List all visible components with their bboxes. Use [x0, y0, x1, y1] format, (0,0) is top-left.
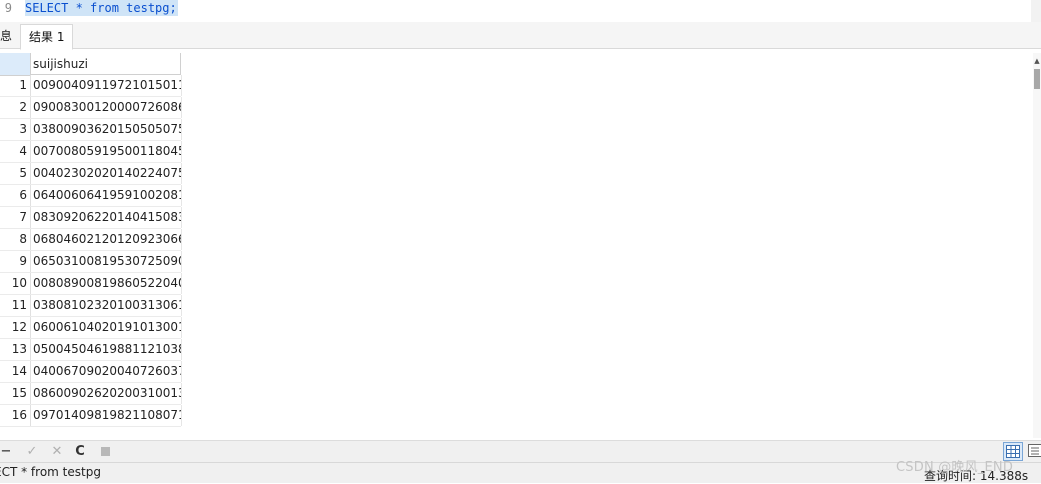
- row-number[interactable]: 4: [0, 141, 31, 162]
- table-row[interactable]: 708309206220140415083119: [0, 207, 181, 229]
- row-number[interactable]: 15: [0, 383, 31, 404]
- table-row[interactable]: 1305004504619881121038125: [0, 339, 181, 361]
- table-row[interactable]: 500402302020140224075047: [0, 163, 181, 185]
- stop-icon: [101, 447, 110, 456]
- editor-scrollbar[interactable]: [1031, 0, 1041, 22]
- table-cell[interactable]: 06804602120120923066044: [31, 229, 182, 250]
- table-cell[interactable]: 09008300120000726086145: [31, 97, 182, 118]
- table-cell[interactable]: 00402302020140224075047: [31, 163, 182, 184]
- row-number[interactable]: 16: [0, 405, 31, 426]
- status-sql-text: ECT * from testpg: [0, 465, 101, 479]
- table-row[interactable]: 606400606419591002081021: [0, 185, 181, 207]
- table-cell[interactable]: 08309206220140415083119: [31, 207, 182, 228]
- refresh-button[interactable]: C: [72, 443, 88, 461]
- table-row[interactable]: 1508600902620200310013042: [0, 383, 181, 405]
- row-number[interactable]: 1: [0, 75, 31, 96]
- table-cell[interactable]: 00700805919500118045048: [31, 141, 182, 162]
- delete-record-button[interactable]: −: [0, 443, 14, 461]
- vertical-scrollbar[interactable]: ▲: [1033, 53, 1041, 438]
- table-row[interactable]: 303800903620150505075120: [0, 119, 181, 141]
- table-row[interactable]: 806804602120120923066044: [0, 229, 181, 251]
- table-cell[interactable]: 08600902620200310013042: [31, 383, 182, 404]
- result-grid: suijishuzi 10090040911972101501103520900…: [0, 53, 1041, 438]
- row-number[interactable]: 8: [0, 229, 31, 250]
- table-cell[interactable]: 09701409819821108071113: [31, 405, 182, 426]
- table-row[interactable]: 906503100819530725090110: [0, 251, 181, 273]
- table-cell[interactable]: 03800903620150505075120: [31, 119, 182, 140]
- row-number[interactable]: 5: [0, 163, 31, 184]
- watermark: CSDN @晚风_END: [896, 456, 1013, 475]
- row-number[interactable]: 2: [0, 97, 31, 118]
- table-row[interactable]: 100900409119721015011035: [0, 75, 181, 97]
- table-row[interactable]: 1206006104020191013001025: [0, 317, 181, 339]
- table-row[interactable]: 1404006709020040726037031: [0, 361, 181, 383]
- column-header-suijishuzi[interactable]: suijishuzi: [31, 53, 181, 75]
- tab-result-1[interactable]: 结果 1: [20, 24, 73, 50]
- row-number[interactable]: 3: [0, 119, 31, 140]
- result-tabs: 息 结果 1: [0, 22, 1041, 49]
- row-number[interactable]: 9: [0, 251, 31, 272]
- form-view-button[interactable]: [1025, 442, 1041, 461]
- sql-query-text[interactable]: SELECT * from testpg;: [25, 0, 178, 16]
- table-cell[interactable]: 00900409119721015011035: [31, 75, 182, 96]
- grid-header: suijishuzi: [0, 53, 181, 75]
- scrollbar-thumb[interactable]: [1034, 69, 1040, 89]
- grid-toolbar: − ✓ ✕ C: [0, 440, 1041, 463]
- table-cell[interactable]: 03808102320100313061118: [31, 295, 182, 316]
- apply-changes-button[interactable]: ✓: [24, 443, 40, 461]
- row-number[interactable]: 12: [0, 317, 31, 338]
- row-number[interactable]: 7: [0, 207, 31, 228]
- grid-rows: 1009004091197210150110352090083001200007…: [0, 75, 181, 427]
- table-cell[interactable]: 00808900819860522040116: [31, 273, 182, 294]
- table-cell[interactable]: 06503100819530725090110: [31, 251, 182, 272]
- row-number[interactable]: 10: [0, 273, 31, 294]
- table-row[interactable]: 209008300120000726086145: [0, 97, 181, 119]
- line-number: 9: [0, 0, 12, 16]
- table-cell[interactable]: 05004504619881121038125: [31, 339, 182, 360]
- row-number-header[interactable]: [0, 53, 31, 76]
- form-view-icon: [1028, 444, 1041, 457]
- table-cell[interactable]: 06400606419591002081021: [31, 185, 182, 206]
- sql-editor[interactable]: 9 SELECT * from testpg;: [0, 0, 1041, 23]
- stop-button[interactable]: [97, 443, 113, 461]
- status-bar: ECT * from testpg 查询时间: 14.388s: [0, 462, 1041, 483]
- row-number[interactable]: 14: [0, 361, 31, 382]
- scroll-up-arrow-icon[interactable]: ▲: [1033, 57, 1041, 65]
- table-cell[interactable]: 06006104020191013001025: [31, 317, 182, 338]
- row-number[interactable]: 13: [0, 339, 31, 360]
- table-row[interactable]: 400700805919500118045048: [0, 141, 181, 163]
- tab-info[interactable]: 息: [0, 24, 20, 48]
- table-row[interactable]: 1103808102320100313061118: [0, 295, 181, 317]
- row-number[interactable]: 6: [0, 185, 31, 206]
- row-number[interactable]: 11: [0, 295, 31, 316]
- discard-changes-button[interactable]: ✕: [49, 443, 65, 461]
- table-row[interactable]: 1000808900819860522040116: [0, 273, 181, 295]
- table-cell[interactable]: 04006709020040726037031: [31, 361, 182, 382]
- table-row[interactable]: 1609701409819821108071113: [0, 405, 181, 427]
